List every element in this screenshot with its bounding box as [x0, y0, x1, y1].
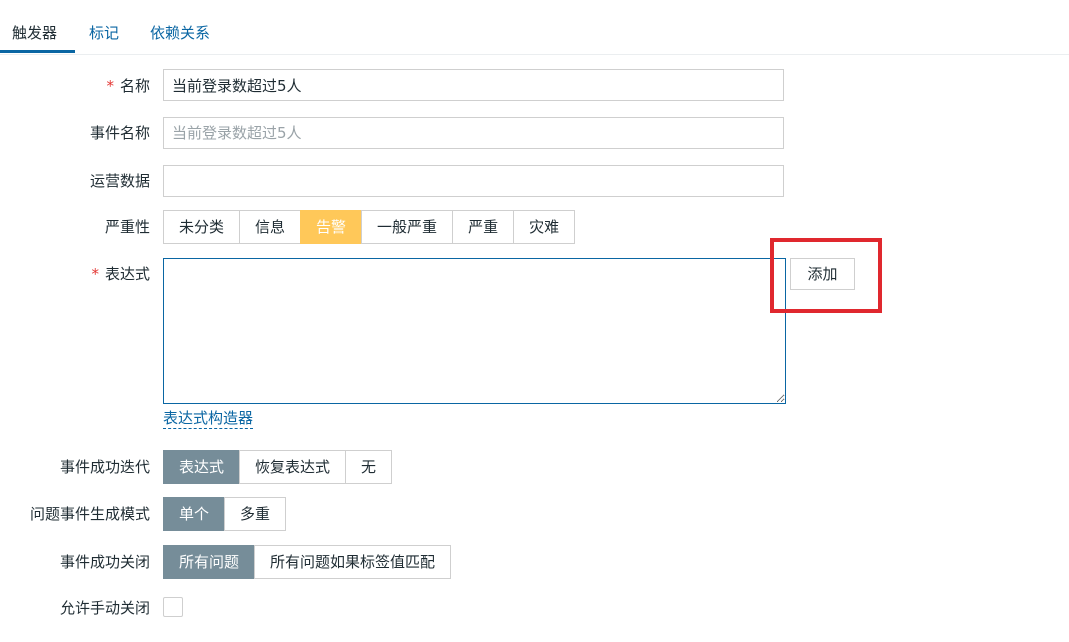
severity-selector: 未分类 信息 告警 一般严重 严重 灾难	[163, 210, 576, 244]
active-tab-indicator	[0, 50, 75, 53]
tab-trigger[interactable]: 触发器	[12, 22, 57, 44]
tab-dependencies[interactable]: 依赖关系	[150, 22, 210, 44]
recovery-label: 事件成功迭代	[59, 458, 150, 476]
required-mark: *	[106, 77, 114, 95]
recovery-recovery-expression[interactable]: 恢复表达式	[239, 450, 347, 484]
problem-mode-selector: 单个 多重	[163, 497, 287, 531]
opdata-input[interactable]	[163, 165, 784, 197]
name-input[interactable]	[163, 69, 784, 101]
ok-close-label: 事件成功关闭	[59, 553, 150, 571]
event-name-label: 事件名称	[89, 124, 150, 142]
severity-high[interactable]: 严重	[452, 210, 515, 244]
expression-builder-link[interactable]: 表达式构造器	[163, 408, 254, 429]
ok-close-selector: 所有问题 所有问题如果标签值匹配	[163, 545, 452, 579]
severity-average[interactable]: 一般严重	[361, 210, 454, 244]
recovery-none[interactable]: 无	[345, 450, 393, 484]
name-label: * 名称	[106, 77, 150, 95]
severity-not-classified[interactable]: 未分类	[163, 210, 241, 244]
manual-close-checkbox[interactable]	[163, 597, 183, 617]
severity-disaster[interactable]: 灾难	[513, 210, 576, 244]
severity-warning[interactable]: 告警	[300, 210, 363, 244]
tab-tags[interactable]: 标记	[89, 22, 119, 44]
problem-mode-multiple[interactable]: 多重	[224, 497, 287, 531]
add-expression-button[interactable]: 添加	[790, 258, 855, 290]
manual-close-label: 允许手动关闭	[59, 599, 150, 617]
tab-bar: 触发器 标记 依赖关系	[0, 0, 1069, 55]
severity-label: 严重性	[104, 218, 150, 236]
opdata-label: 运营数据	[89, 172, 150, 190]
expression-textarea[interactable]	[163, 258, 786, 404]
ok-close-all-problems[interactable]: 所有问题	[163, 545, 256, 579]
event-name-input[interactable]	[163, 117, 784, 149]
recovery-selector: 表达式 恢复表达式 无	[163, 450, 393, 484]
recovery-expression[interactable]: 表达式	[163, 450, 241, 484]
problem-mode-single[interactable]: 单个	[163, 497, 226, 531]
expression-label: * 表达式	[91, 265, 150, 283]
ok-close-tag-match[interactable]: 所有问题如果标签值匹配	[254, 545, 452, 579]
required-mark: *	[91, 265, 99, 283]
severity-information[interactable]: 信息	[239, 210, 302, 244]
problem-mode-label: 问题事件生成模式	[29, 505, 150, 523]
